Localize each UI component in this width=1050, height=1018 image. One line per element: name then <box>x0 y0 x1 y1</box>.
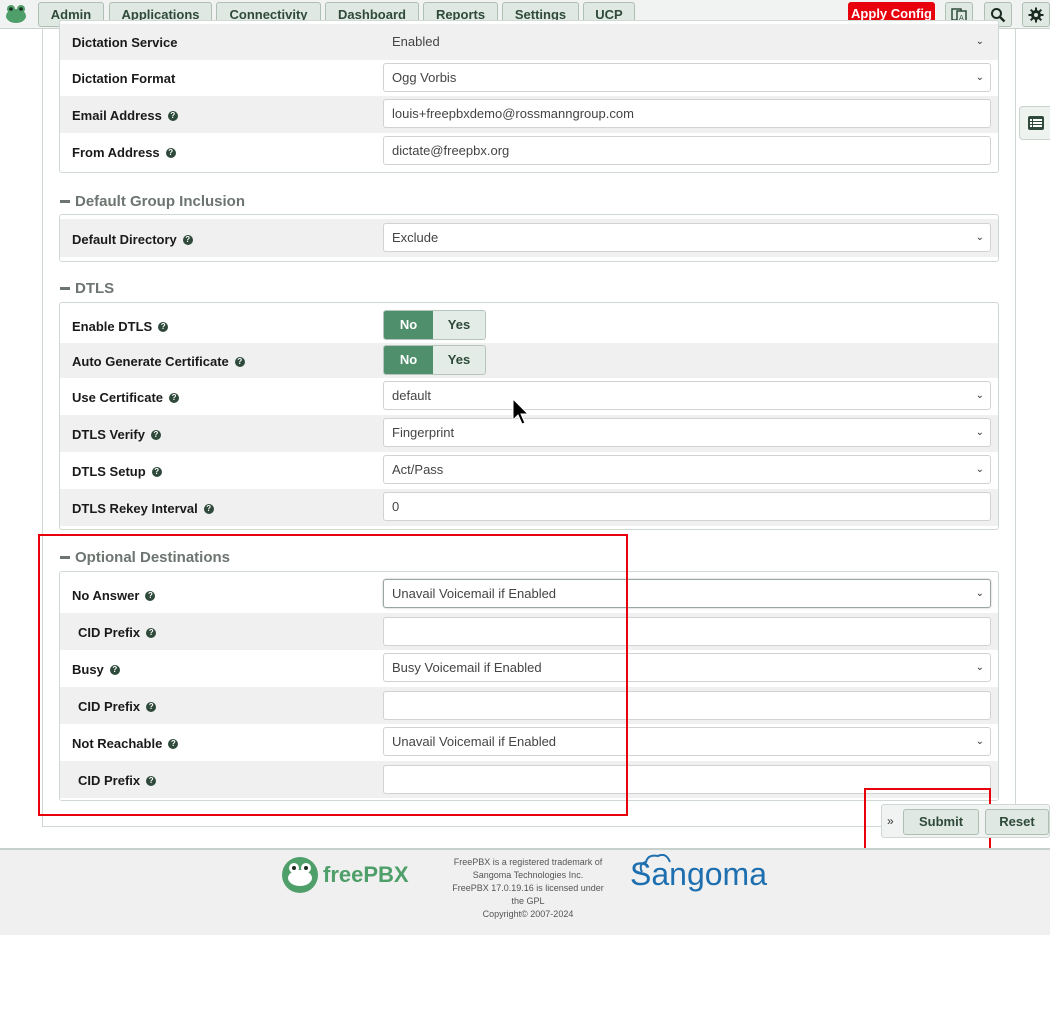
chevron-down-icon: ⌄ <box>975 232 984 243</box>
toggle-no[interactable]: No <box>384 346 434 374</box>
side-menu-toggle[interactable] <box>1019 106 1050 140</box>
dictation-service-select[interactable]: Enabled ⌄ <box>383 27 991 55</box>
dictation-format-select[interactable]: Ogg Vorbis ⌄ <box>383 63 991 92</box>
field-label: Auto Generate Certificate? <box>72 354 245 369</box>
field-label: Enable DTLS? <box>72 319 169 334</box>
frog-logo-icon[interactable] <box>5 4 27 24</box>
chevron-down-icon: ⌄ <box>975 427 984 438</box>
from-address-field[interactable]: dictate@freepbx.org <box>383 136 991 165</box>
help-icon[interactable]: ? <box>158 321 169 332</box>
help-icon[interactable]: ? <box>203 503 214 514</box>
cloud-icon <box>639 854 671 873</box>
highlight-box <box>38 534 628 816</box>
chevron-down-icon: ⌄ <box>975 72 984 83</box>
help-icon[interactable]: ? <box>234 356 245 367</box>
chevron-down-icon: ⌄ <box>975 736 984 747</box>
form-row: Enable DTLS? <box>60 307 998 343</box>
use-certificate-select[interactable]: default ⌄ <box>383 381 991 410</box>
settings-button[interactable] <box>1022 2 1050 27</box>
chevron-down-icon: ⌄ <box>975 588 984 599</box>
field-label: Dictation Service <box>72 35 178 50</box>
field-label: DTLS Setup? <box>72 464 162 479</box>
collapse-icon <box>60 287 70 290</box>
field-label: DTLS Rekey Interval? <box>72 501 214 516</box>
chevron-down-icon: ⌄ <box>975 662 984 673</box>
sangoma-logo[interactable]: Sangoma <box>630 854 767 893</box>
auto-generate-certificate-toggle[interactable]: No Yes <box>383 345 486 375</box>
field-label: Default Directory? <box>72 232 193 247</box>
submit-button[interactable]: Submit <box>903 809 979 835</box>
footer: freePBX FreePBX is a registered trademar… <box>0 848 1050 935</box>
dtls-verify-select[interactable]: Fingerprint ⌄ <box>383 418 991 447</box>
reset-button[interactable]: Reset <box>985 809 1049 835</box>
field-label: DTLS Verify? <box>72 427 161 442</box>
default-directory-select[interactable]: Exclude ⌄ <box>383 223 991 252</box>
field-label: Use Certificate? <box>72 390 180 405</box>
help-icon[interactable]: ? <box>167 110 178 121</box>
collapse-icon <box>60 200 70 203</box>
section-title[interactable]: DTLS <box>60 280 114 297</box>
help-icon[interactable]: ? <box>151 466 162 477</box>
gear-icon <box>1028 7 1044 22</box>
freepbx-frog-icon <box>282 857 318 893</box>
chevron-down-icon: ⌄ <box>975 36 984 47</box>
freepbx-wordmark: freePBX <box>323 862 409 887</box>
help-icon[interactable]: ? <box>150 429 161 440</box>
chevron-down-icon: ⌄ <box>975 390 984 401</box>
dtls-setup-select[interactable]: Act/Pass ⌄ <box>383 455 991 484</box>
dtls-rekey-interval-field[interactable]: 0 <box>383 492 991 521</box>
help-icon[interactable]: ? <box>182 234 193 245</box>
mouse-cursor-icon <box>512 398 530 425</box>
toggle-no[interactable]: No <box>384 311 434 339</box>
help-icon[interactable]: ? <box>165 147 176 158</box>
action-bar: » Submit Reset <box>881 804 1050 838</box>
footer-legal-text: FreePBX is a registered trademark of San… <box>452 857 604 919</box>
section-title[interactable]: Default Group Inclusion <box>60 193 245 210</box>
field-label: From Address? <box>72 145 176 160</box>
form-row: Auto Generate Certificate? <box>60 343 998 378</box>
field-label: Email Address? <box>72 108 178 123</box>
toggle-yes[interactable]: Yes <box>433 311 485 339</box>
enable-dtls-toggle[interactable]: No Yes <box>383 310 486 340</box>
list-icon <box>1028 116 1044 130</box>
chevron-down-icon: ⌄ <box>975 464 984 475</box>
toggle-yes[interactable]: Yes <box>433 346 485 374</box>
field-label: Dictation Format <box>72 71 176 86</box>
email-address-field[interactable]: louis+freepbxdemo@rossmanngroup.com <box>383 99 991 128</box>
help-icon[interactable]: ? <box>169 392 180 403</box>
freepbx-logo[interactable]: freePBX <box>281 856 409 894</box>
double-chevron-right-icon[interactable]: » <box>887 814 894 828</box>
